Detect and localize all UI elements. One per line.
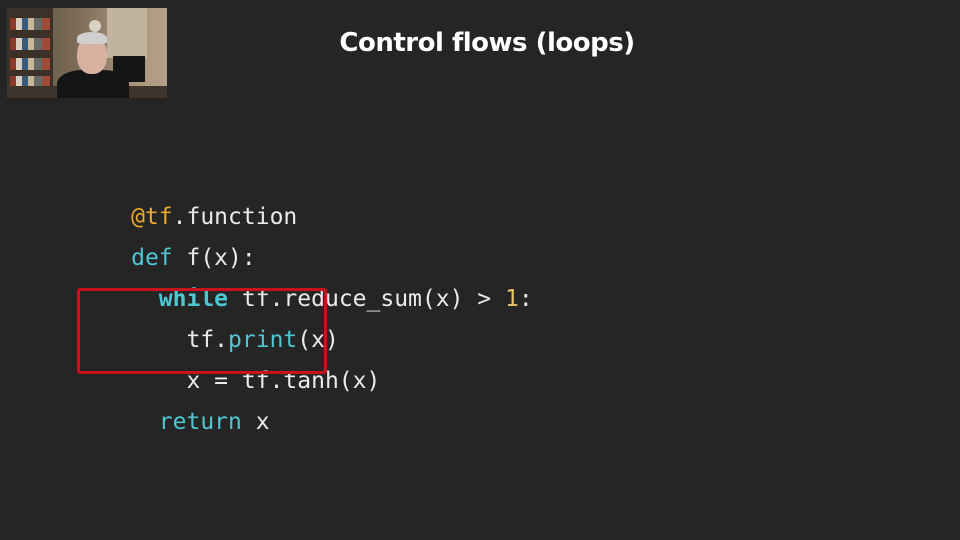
slide-title: Control flows (loops) — [339, 28, 635, 58]
code-line: @tf.function — [48, 166, 533, 230]
code-token: f(x): — [172, 245, 256, 271]
code-token: x — [241, 409, 270, 435]
code-token: : — [518, 286, 533, 312]
highlight-box — [77, 288, 327, 374]
code-token: def — [131, 245, 173, 271]
code-token: return — [158, 409, 242, 435]
code-token: .function — [172, 204, 298, 230]
code-token: 1 — [505, 286, 519, 312]
slide: Control flows (loops) @tf.function def f… — [0, 0, 960, 540]
code-token: @tf — [131, 204, 173, 230]
